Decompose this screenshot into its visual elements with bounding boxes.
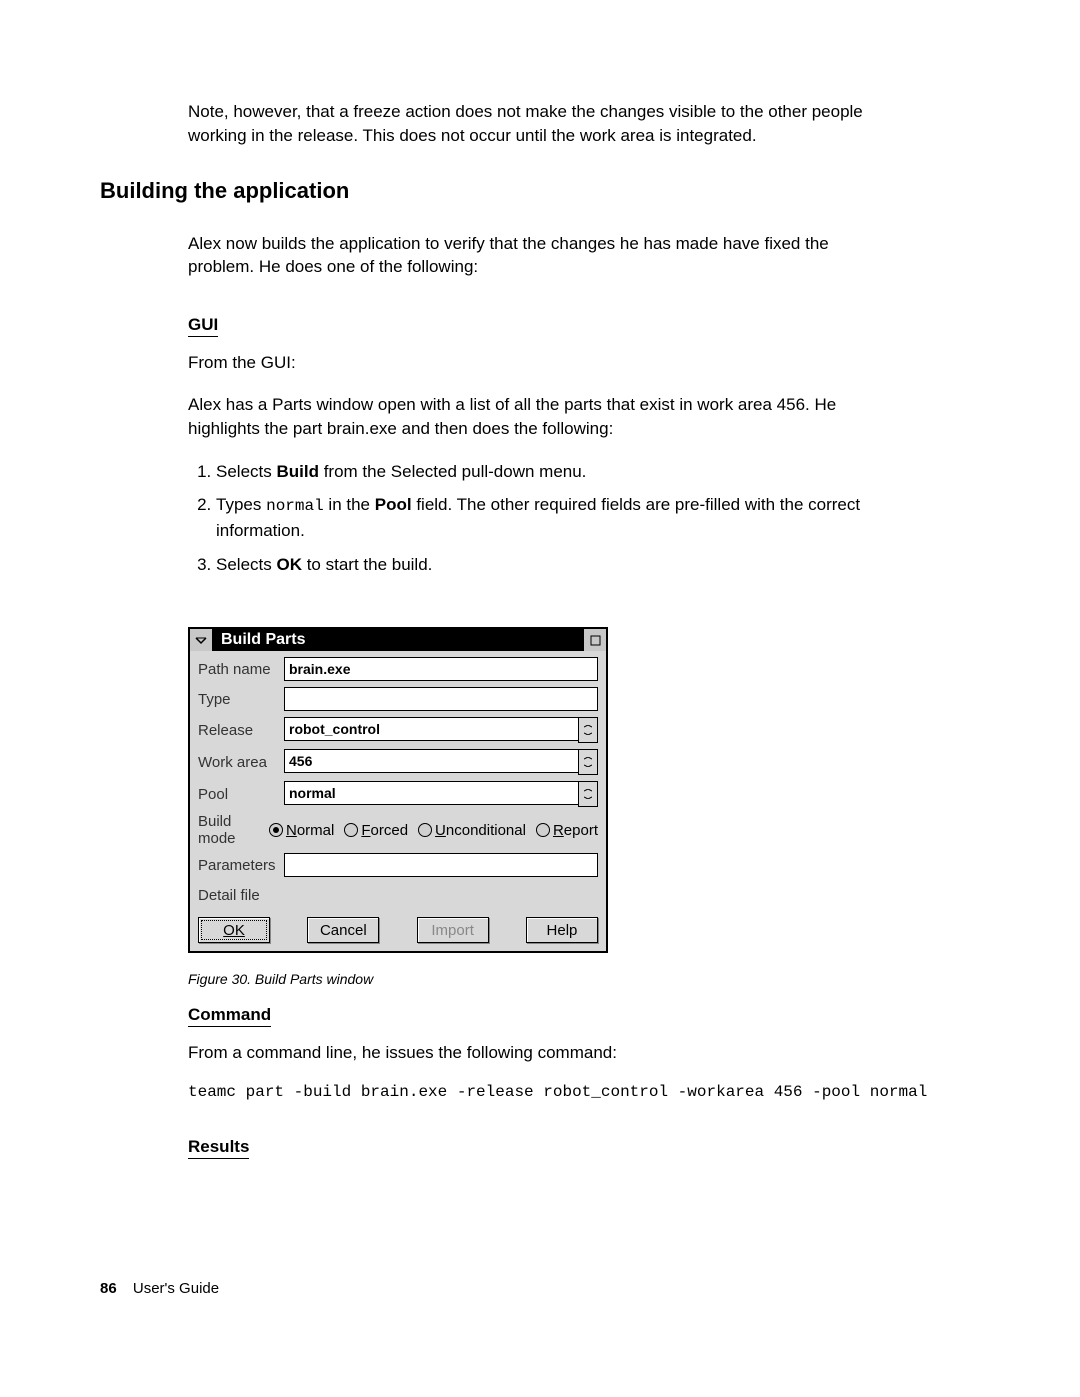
pool-dropdown-icon[interactable] (578, 781, 598, 807)
step-3-pre: Selects (216, 555, 276, 574)
pool-input[interactable]: normal (284, 781, 578, 805)
page-number: 86 (100, 1280, 117, 1297)
step-2-mid: in the (324, 495, 375, 514)
para-1: Alex now builds the application to verif… (188, 232, 888, 280)
gui-intro: Alex has a Parts window open with a list… (188, 393, 888, 441)
radio-forced-icon (344, 823, 358, 837)
radio-unconditional[interactable]: Unconditional (418, 822, 526, 839)
step-3-bold: OK (276, 555, 302, 574)
figure-caption: Figure 30. Build Parts window (188, 971, 980, 987)
radio-forced-label: Forced (361, 822, 408, 839)
release-input[interactable]: robot_control (284, 717, 578, 741)
page-footer: 86 User's Guide (100, 1280, 219, 1297)
parameters-label: Parameters (198, 857, 284, 874)
radio-normal-label: Normal (286, 822, 334, 839)
doc-title: User's Guide (133, 1280, 219, 1297)
parameters-input[interactable] (284, 853, 598, 877)
radio-report-icon (536, 823, 550, 837)
help-button[interactable]: Help (526, 917, 598, 943)
gui-subheading: GUI (188, 315, 218, 337)
cancel-button[interactable]: Cancel (307, 917, 379, 943)
step-1: Selects Build from the Selected pull-dow… (216, 459, 896, 485)
results-subheading: Results (188, 1137, 249, 1159)
step-2: Types normal in the Pool field. The othe… (216, 492, 896, 544)
path-name-input[interactable]: brain.exe (284, 657, 598, 681)
radio-normal-icon (269, 823, 283, 837)
step-1-pre: Selects (216, 462, 276, 481)
steps-list: Selects Build from the Selected pull-dow… (188, 459, 896, 578)
step-1-post: from the Selected pull-down menu. (319, 462, 586, 481)
work-area-input[interactable]: 456 (284, 749, 578, 773)
build-parts-dialog: Build Parts Path name brain.exe Type Rel… (188, 627, 608, 953)
radio-unconditional-icon (418, 823, 432, 837)
radio-normal[interactable]: Normal (269, 822, 334, 839)
release-label: Release (198, 722, 284, 739)
dialog-titlebar: Build Parts (190, 629, 606, 651)
step-3: Selects OK to start the build. (216, 552, 896, 578)
ok-button[interactable]: OK (198, 917, 270, 943)
import-button[interactable]: Import (417, 917, 489, 943)
step-2-bold: Pool (375, 495, 412, 514)
path-name-label: Path name (198, 661, 284, 678)
radio-report-label: Report (553, 822, 598, 839)
maximize-icon[interactable] (583, 629, 606, 651)
ok-button-label: OK (223, 922, 245, 939)
gui-from: From the GUI: (188, 351, 888, 375)
intro-paragraph: Note, however, that a freeze action does… (188, 100, 888, 148)
type-label: Type (198, 691, 284, 708)
work-area-dropdown-icon[interactable] (578, 749, 598, 775)
command-line: teamc part -build brain.exe -release rob… (188, 1083, 980, 1101)
command-intro: From a command line, he issues the follo… (188, 1041, 888, 1065)
release-dropdown-icon[interactable] (578, 717, 598, 743)
radio-forced[interactable]: Forced (344, 822, 408, 839)
radio-report[interactable]: Report (536, 822, 598, 839)
build-mode-group: Normal Forced Unconditional Report (269, 822, 598, 839)
system-menu-icon[interactable] (190, 629, 213, 651)
pool-label: Pool (198, 786, 284, 803)
section-heading: Building the application (100, 178, 980, 204)
dialog-title: Build Parts (213, 629, 583, 651)
step-2-code: normal (266, 497, 324, 515)
work-area-label: Work area (198, 754, 284, 771)
step-3-post: to start the build. (302, 555, 432, 574)
type-input[interactable] (284, 687, 598, 711)
radio-unconditional-label: Unconditional (435, 822, 526, 839)
command-subheading: Command (188, 1005, 271, 1027)
detail-file-label: Detail file (198, 887, 284, 904)
step-2-pre: Types (216, 495, 266, 514)
step-1-bold: Build (276, 462, 319, 481)
build-mode-label: Build mode (198, 813, 269, 847)
